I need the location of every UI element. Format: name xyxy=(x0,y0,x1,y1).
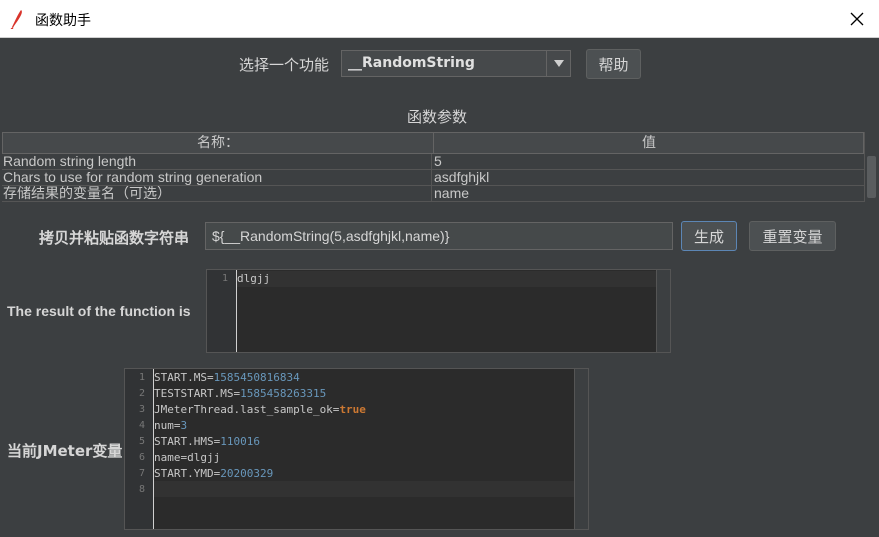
function-select-value: __RandomString xyxy=(348,55,475,71)
line-number: 8 xyxy=(138,484,145,495)
line-number: 3 xyxy=(138,404,145,415)
column-header-name[interactable]: 名称： xyxy=(3,133,434,153)
title-bar: 函数助手 xyxy=(0,0,879,38)
param-name: 存储结果的变量名（可选） xyxy=(3,186,432,202)
line-number-gutter: 1 xyxy=(207,270,237,352)
param-name: Random string length xyxy=(3,154,432,170)
variable-value: 1585458263315 xyxy=(240,387,327,400)
feather-icon xyxy=(10,10,22,29)
variable-line[interactable]: JMeterThread.last_sample_ok=true xyxy=(154,403,366,416)
line-number: 1 xyxy=(221,273,228,284)
close-icon xyxy=(850,12,864,25)
line-number: 5 xyxy=(138,436,145,447)
reset-variables-button[interactable]: 重置变量 xyxy=(749,221,836,251)
variables-editor-scrollbar[interactable] xyxy=(574,369,588,529)
variable-value: true xyxy=(339,403,366,416)
variable-key: START.YMD= xyxy=(154,467,221,480)
variable-value: 1585450816834 xyxy=(213,371,300,384)
param-name: Chars to use for random string generatio… xyxy=(3,170,432,186)
variable-line[interactable]: name=dlgjj xyxy=(154,451,220,464)
param-value[interactable]: name xyxy=(434,186,862,202)
line-number: 4 xyxy=(138,420,145,431)
variable-key: num= xyxy=(154,419,181,432)
table-row[interactable]: 存储结果的变量名（可选） name xyxy=(2,186,864,202)
function-select-arrow[interactable] xyxy=(546,51,570,76)
result-editor[interactable]: 1 dlgjj xyxy=(206,269,671,353)
table-row[interactable]: Random string length 5 xyxy=(2,154,864,170)
line-number: 1 xyxy=(138,372,145,383)
function-string-field[interactable]: ${__RandomString(5,asdfghjkl,name)} xyxy=(205,222,673,250)
variable-key: name=dlgjj xyxy=(154,451,221,464)
params-table-scrollbar[interactable] xyxy=(864,132,878,202)
chevron-down-icon xyxy=(553,59,564,67)
select-function-label: 选择一个功能 xyxy=(239,56,330,74)
variable-key: TESTSTART.MS= xyxy=(154,387,241,400)
variable-value: 20200329 xyxy=(220,467,274,480)
table-row[interactable]: Chars to use for random string generatio… xyxy=(2,170,864,186)
column-header-value[interactable]: 值 xyxy=(434,133,864,153)
result-label: The result of the function is xyxy=(7,303,191,319)
scrollbar-thumb[interactable] xyxy=(867,156,876,198)
generate-button[interactable]: 生成 xyxy=(681,221,737,251)
line-number: 6 xyxy=(138,452,145,463)
result-text[interactable]: dlgjj xyxy=(237,272,270,285)
variable-key: JMeterThread.last_sample_ok= xyxy=(154,403,340,416)
params-table-header: 名称： 值 xyxy=(2,132,864,154)
params-table: 名称： 值 Random string length 5 Chars to us… xyxy=(2,132,878,202)
variable-line[interactable]: START.MS=1585450816834 xyxy=(154,371,300,384)
variable-line[interactable]: START.HMS=110016 xyxy=(154,435,260,448)
line-number-gutter: 1 2 3 4 5 6 7 8 xyxy=(125,369,154,529)
result-editor-scrollbar[interactable] xyxy=(656,270,670,352)
line-number: 2 xyxy=(138,388,145,399)
variable-value: 3 xyxy=(180,419,188,432)
window-title: 函数助手 xyxy=(35,13,91,29)
variable-line[interactable]: TESTSTART.MS=1585458263315 xyxy=(154,387,326,400)
close-button[interactable] xyxy=(835,0,879,37)
current-line-highlight xyxy=(237,271,656,287)
variables-editor[interactable]: 1 2 3 4 5 6 7 8 START.MS=1585450816834 T… xyxy=(124,368,589,530)
variable-line[interactable]: START.YMD=20200329 xyxy=(154,467,273,480)
param-value[interactable]: asdfghjkl xyxy=(434,170,862,186)
variable-key: START.HMS= xyxy=(154,435,221,448)
jmeter-variables-label: 当前JMeter变量 xyxy=(7,442,123,460)
variable-key: START.MS= xyxy=(154,371,214,384)
line-number: 7 xyxy=(138,468,145,479)
help-button[interactable]: 帮助 xyxy=(586,49,641,79)
param-value[interactable]: 5 xyxy=(434,154,862,170)
variable-line[interactable]: num=3 xyxy=(154,419,187,432)
variable-value: 110016 xyxy=(220,435,260,448)
current-line-highlight xyxy=(154,481,574,497)
params-section-title: 函数参数 xyxy=(407,108,468,126)
function-string-label: 拷贝并粘贴函数字符串 xyxy=(39,229,190,247)
function-select[interactable]: __RandomString xyxy=(341,50,571,77)
